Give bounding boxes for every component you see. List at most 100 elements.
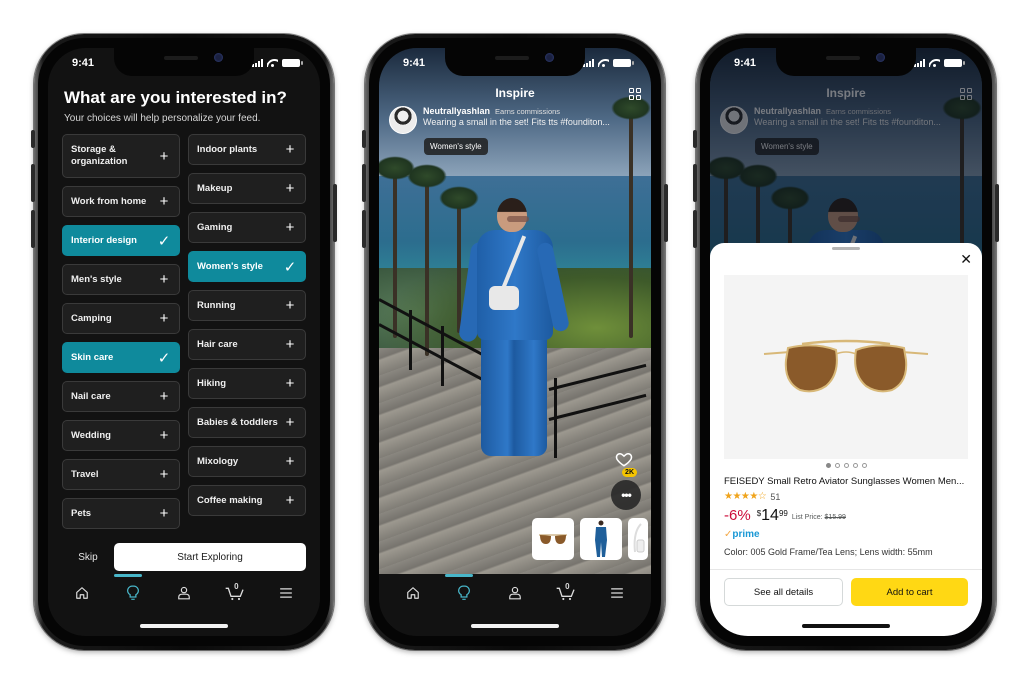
sheet-grabber[interactable] [832,247,860,250]
hamburger-menu-icon [279,586,293,604]
interest-label: Babies & toddlers [197,416,278,428]
price-whole: 14 [761,507,779,524]
interest-chip[interactable]: Makeup + [188,173,306,204]
nav-item-cart[interactable]: 0 [551,582,581,606]
feed-title: Inspire [495,86,535,100]
carousel-dot[interactable] [852,463,858,468]
more-options-button[interactable]: ••• [611,480,641,510]
interest-chip[interactable]: Travel + [62,459,180,490]
interest-chip[interactable]: Camping + [62,303,180,334]
interest-chip[interactable]: Gaming + [188,212,306,243]
cart-count: 0 [565,582,570,591]
heart-icon[interactable] [615,450,633,468]
person-icon [177,586,191,605]
interest-chip[interactable]: Skin care ✓ [62,342,180,373]
product-rating[interactable]: ★★★★☆ 51 [724,491,780,502]
carousel-dot[interactable] [825,463,831,468]
see-all-details-button[interactable]: See all details [724,578,843,606]
product-image[interactable] [724,275,968,459]
notch [445,48,585,76]
home-indicator [140,624,228,628]
thumbnail-jumpsuit[interactable] [580,518,622,560]
creator-avatar[interactable] [389,106,417,134]
interest-chip[interactable]: Indoor plants + [188,134,306,165]
interest-label: Nail care [71,390,111,402]
interest-label: Pets [71,507,92,519]
sheet-actions: See all details Add to cart [724,578,968,606]
interest-chip[interactable]: Wedding + [62,420,180,451]
nav-item-cart[interactable]: 0 [220,582,250,606]
carousel-dot[interactable] [834,463,840,468]
price-fraction: 99 [778,509,788,518]
carousel-dot[interactable] [843,463,849,468]
interest-chip[interactable]: Interior design ✓ [62,225,180,256]
volume-up-button [362,164,366,202]
image-carousel-dots [710,463,982,468]
page-subtitle: Your choices will help personalize your … [64,113,261,124]
creator-name[interactable]: Neutrallyashlan [423,106,490,116]
carousel-dot[interactable] [861,463,867,468]
interest-chip[interactable]: Running + [188,290,306,321]
close-icon[interactable]: ✕ [960,251,972,268]
battery-icon [944,59,965,67]
start-exploring-button[interactable]: Start Exploring [114,543,306,571]
plus-icon: + [285,375,295,392]
phone-onboarding: 9:41 What are you interested in? Your ch… [31,34,337,650]
interest-chip[interactable]: Storage & organization + [62,134,180,178]
interest-chip[interactable]: Hiking + [188,368,306,399]
nav-item-menu[interactable] [271,584,301,606]
thumbnail-bag[interactable] [628,518,648,560]
post-caption[interactable]: Wearing a small in the set! Fits tts #fo… [423,117,610,127]
interest-label: Mixology [197,455,239,467]
home-icon [75,586,89,605]
interest-label: Storage & organization [71,144,128,167]
interest-chip[interactable]: Work from home + [62,186,180,217]
interest-chip[interactable]: Mixology + [188,446,306,477]
palm-tree-trunk [425,176,429,356]
interest-chip[interactable]: Babies & toddlers + [188,407,306,438]
interest-label: Skin care [71,351,114,363]
palm-tree-fronds [407,164,447,188]
notch [776,48,916,76]
interest-chip[interactable]: Coffee making + [188,485,306,516]
palm-tree-trunk [629,108,633,338]
bottom-nav: 0 [379,574,651,636]
product-title[interactable]: FEISEDY Small Retro Aviator Sunglasses W… [724,476,970,487]
jumpsuit-icon [595,520,607,557]
list-price-label: List Price: [791,514,823,521]
interest-chip[interactable]: Pets + [62,498,180,529]
nav-item-inspire[interactable] [118,584,148,606]
plus-icon: + [285,180,295,197]
plus-icon: + [285,297,295,314]
grid-view-icon[interactable] [629,88,641,100]
add-to-cart-button[interactable]: Add to cart [851,578,968,606]
price-row: -6% $ 14 99 List Price: $15.99 [724,507,846,525]
plus-icon: + [285,492,295,509]
nav-item-menu[interactable] [602,584,632,606]
battery-icon [613,59,634,67]
style-tag[interactable]: Women's style [424,138,488,155]
interest-chip[interactable]: Men's style + [62,264,180,295]
nav-item-home[interactable] [67,584,97,606]
lightbulb-icon [126,585,140,606]
thumbnail-sunglasses[interactable] [532,518,574,560]
plus-icon: + [159,427,169,444]
interest-chip[interactable]: Women's style ✓ [188,251,306,282]
earns-commissions-label: Earns commissions [495,107,561,116]
sunglasses-icon [539,534,567,544]
status-time: 9:41 [734,57,757,69]
nav-item-inspire[interactable] [449,584,479,606]
nav-item-home[interactable] [398,584,428,606]
status-time: 9:41 [72,57,95,69]
power-button [333,184,337,242]
skip-button[interactable]: Skip [62,552,114,563]
interest-chip[interactable]: Nail care + [62,381,180,412]
handrail-post [409,310,412,370]
star-rating-icon: ★★★★☆ [724,491,767,502]
hamburger-menu-icon [610,586,624,604]
nav-item-account[interactable] [169,584,199,606]
phone-inspire-feed: 9:41 Inspire Neutrallyashlan Earns commis… [362,34,668,650]
nav-item-account[interactable] [500,584,530,606]
interest-chip[interactable]: Hair care + [188,329,306,360]
power-button [995,184,999,242]
